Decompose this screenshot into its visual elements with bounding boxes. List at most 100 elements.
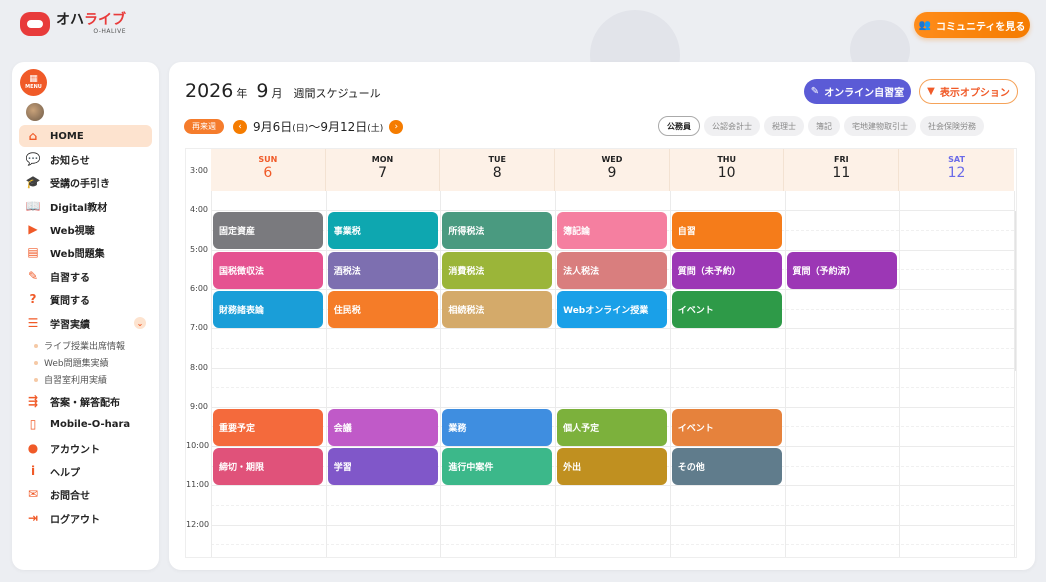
event-block[interactable]: 質問（未予約） (671, 251, 782, 289)
filter-chip-4[interactable]: 宅地建物取引士 (844, 116, 916, 136)
sidebar-item-6[interactable]: ✎ 自習する (19, 265, 152, 287)
half-hour-gridline (211, 347, 1014, 349)
menu-button[interactable]: ▦ MENU (20, 69, 47, 96)
chat-icon: 💬 (25, 152, 41, 166)
calendar-header: SUN 6 MON 7 TUE 8 WED 9 THU 10 FRI 11 SAT 12 (211, 149, 1014, 191)
sidebar-item-label: お問合せ (50, 490, 90, 502)
title-year: 2026 (185, 80, 234, 102)
online-button-label: オンライン自習室 (824, 88, 905, 99)
graduation-cap-icon: 🎓 (25, 175, 41, 189)
range-start-dow: (日) (292, 124, 309, 134)
hour-gridline (211, 328, 1014, 330)
filter-icon: ▼ (927, 86, 935, 97)
sidebar-item-7[interactable]: ? 質問する (19, 288, 152, 310)
day-column-divider (555, 191, 557, 557)
sidebar-item-12[interactable]: i ヘルプ (19, 460, 152, 482)
info-icon: i (30, 464, 36, 478)
sidebar-subitem-1[interactable]: Web問題集実績 (34, 356, 109, 369)
sidebar-item-1[interactable]: 💬 お知らせ (19, 148, 152, 170)
event-block[interactable]: Webオンライン授業 (557, 290, 668, 328)
event-block[interactable]: 学習 (327, 448, 438, 486)
event-block[interactable]: 会議 (327, 408, 438, 446)
sidebar-item-label: ログアウト (50, 514, 100, 526)
day-name: TUE (488, 155, 506, 164)
sidebar-item-3[interactable]: 📖 Digital教材 (19, 195, 152, 217)
event-block[interactable]: 財務諸表論 (213, 290, 323, 328)
hour-gridline (211, 485, 1014, 487)
event-block[interactable]: 事業税 (327, 212, 438, 250)
event-block[interactable]: 外出 (557, 448, 668, 486)
main-panel: 2026 年 9 月 週間スケジュール ✎ オンライン自習室 ▼ 表示オプション… (169, 62, 1035, 570)
chevron-down-icon[interactable]: ⌄ (134, 317, 146, 329)
logo-text-accent: ライブ (84, 12, 126, 28)
logo[interactable]: オハライブ O-HALIVE (20, 12, 126, 36)
event-block[interactable]: 酒税法 (327, 251, 438, 289)
event-block[interactable]: 業務 (442, 408, 553, 446)
half-hour-gridline (211, 505, 1014, 507)
day-header-sun: SUN 6 (211, 149, 326, 191)
half-hour-gridline (211, 387, 1014, 389)
title-month: 9 (256, 80, 269, 102)
event-block[interactable]: その他 (671, 448, 782, 486)
event-block[interactable]: 固定資産 (213, 212, 323, 250)
event-block[interactable]: 重要予定 (213, 408, 323, 446)
schedule-label: 週間スケジュール (293, 87, 381, 100)
event-block[interactable]: 簿記論 (557, 212, 668, 250)
community-button[interactable]: 👥 コミュニティを見る (914, 12, 1030, 38)
event-block[interactable]: 質問（予約済） (786, 251, 897, 289)
sidebar-item-8[interactable]: ☰ 学習実績 ⌄ (19, 312, 152, 334)
filter-chip-5[interactable]: 社会保険労務 (920, 116, 984, 136)
day-column-divider (669, 191, 671, 557)
filter-chip-3[interactable]: 簿記 (808, 116, 840, 136)
time-label: 10:00 (186, 441, 210, 451)
sidebar-item-10[interactable]: ▯ Mobile-O-hara (19, 413, 152, 435)
event-block[interactable]: 消費税法 (442, 251, 553, 289)
sidebar-item-5[interactable]: ▤ Web問題集 (19, 241, 152, 263)
event-block[interactable]: 個人予定 (557, 408, 668, 446)
event-block[interactable]: 自習 (671, 212, 782, 250)
sidebar-subitem-2[interactable]: 自習室利用実績 (34, 373, 107, 386)
sidebar-item-4[interactable]: ▶ Web視聴 (19, 218, 152, 240)
filter-chip-0[interactable]: 公務員 (658, 116, 700, 136)
sidebar-item-14[interactable]: ⇥ ログアウト (19, 507, 152, 529)
event-block[interactable]: 住民税 (327, 290, 438, 328)
event-block[interactable]: 進行中案件 (442, 448, 553, 486)
home-icon: ⌂ (28, 129, 38, 143)
event-block[interactable]: 所得税法 (442, 212, 553, 250)
sidebar-subitem-label: Web問題集実績 (44, 359, 109, 369)
sidebar-item-9[interactable]: ⇶ 答案・解答配布 (19, 390, 152, 412)
sidebar-item-13[interactable]: ✉ お問合せ (19, 483, 152, 505)
day-column-divider (784, 191, 786, 557)
day-column-divider (899, 191, 901, 557)
day-header-fri: FRI 11 (785, 149, 900, 191)
account-icon: ● (27, 441, 39, 455)
display-options-button[interactable]: ▼ 表示オプション (919, 79, 1018, 104)
next-week-arrow-icon[interactable]: › (389, 119, 404, 134)
hour-gridline (211, 406, 1014, 408)
online-study-room-button[interactable]: ✎ オンライン自習室 (804, 79, 911, 104)
event-block[interactable]: 国税徴収法 (213, 251, 323, 289)
event-block[interactable]: イベント (671, 290, 782, 328)
event-block[interactable]: 法人税法 (557, 251, 668, 289)
mail-icon: ✉ (27, 487, 39, 501)
question-icon: ? (29, 292, 37, 306)
filter-chip-2[interactable]: 税理士 (764, 116, 804, 136)
day-header-wed: WED 9 (555, 149, 670, 191)
sidebar-item-label: Mobile-O-hara (50, 418, 131, 430)
document-icon: ▤ (27, 245, 39, 259)
sidebar-subitem-0[interactable]: ライブ授業出席情報 (34, 339, 125, 352)
event-block[interactable]: イベント (671, 408, 782, 446)
next-week-button[interactable]: 再来週 (184, 119, 224, 134)
sidebar-item-label: Web問題集 (50, 248, 105, 260)
sidebar: ▦ MENU ⌂ HOME 💬 お知らせ 🎓 受講の手引き 📖 Digital教材 ▶ Web視聴… (12, 62, 159, 570)
avatar[interactable] (26, 103, 44, 121)
event-block[interactable]: 相続税法 (442, 290, 553, 328)
time-label: 11:00 (186, 480, 210, 490)
filter-chip-1[interactable]: 公認会計士 (704, 116, 760, 136)
event-block[interactable]: 締切・期限 (213, 448, 323, 486)
sidebar-item-0[interactable]: ⌂ HOME (19, 125, 152, 147)
prev-week-arrow-icon[interactable]: ‹ (233, 119, 247, 134)
sidebar-item-11[interactable]: ● アカウント (19, 437, 152, 459)
sidebar-item-2[interactable]: 🎓 受講の手引き (19, 171, 152, 193)
day-date: 9 (607, 165, 617, 181)
